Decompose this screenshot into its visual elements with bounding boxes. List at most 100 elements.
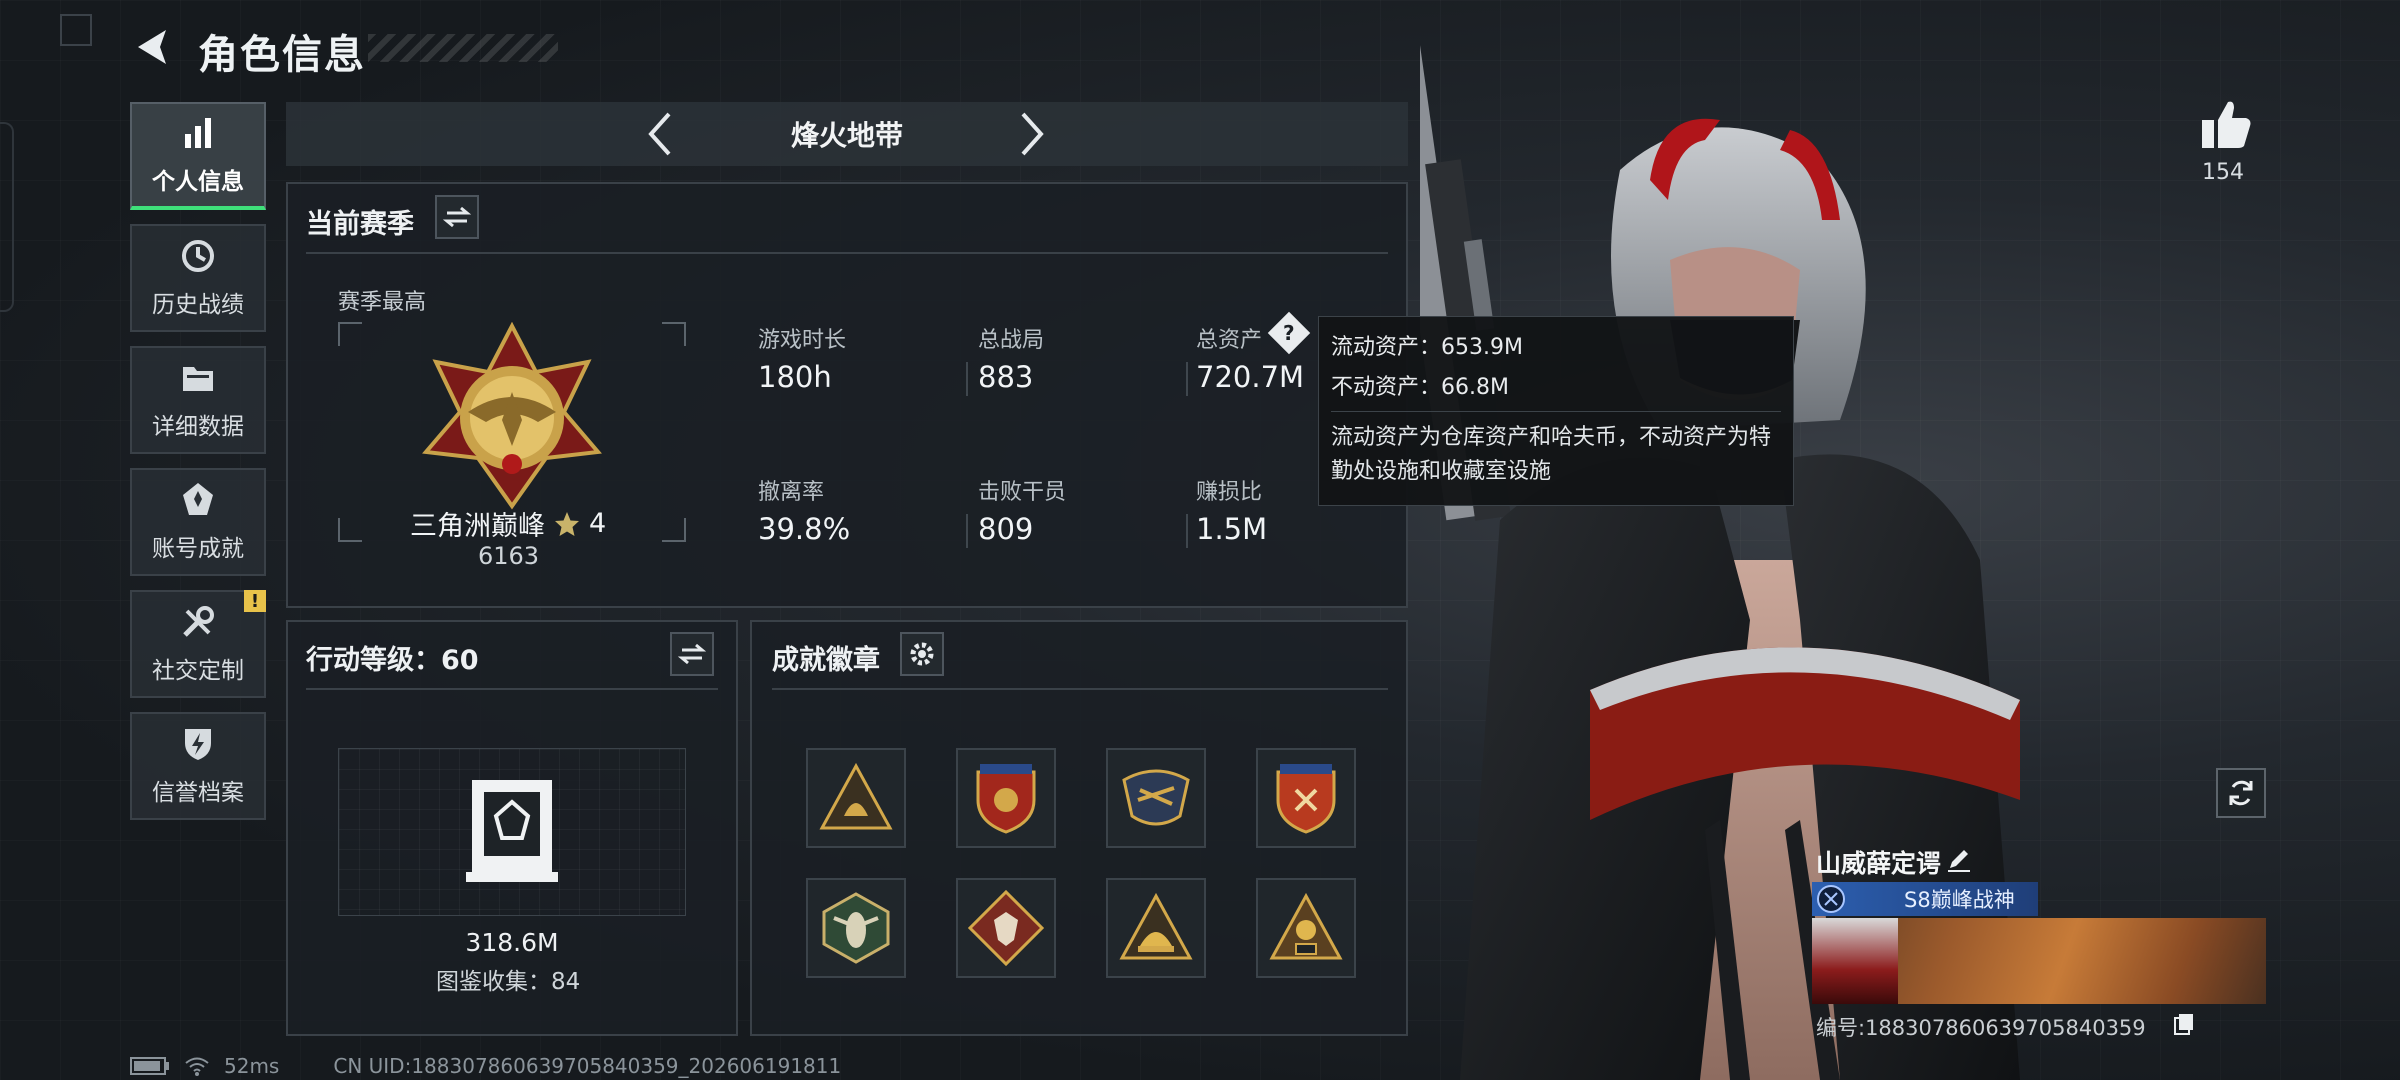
like-count: 154 — [2202, 160, 2244, 185]
collection-cabinet-icon — [466, 780, 558, 882]
achievements-title: 成就徽章 — [772, 645, 880, 676]
edit-pencil-icon[interactable] — [1944, 844, 1974, 874]
achievement-badge[interactable] — [956, 748, 1056, 848]
season-switch-button[interactable] — [435, 195, 479, 239]
stat-label: 赚损比 — [1196, 480, 1263, 505]
divider — [772, 688, 1388, 690]
title-badge: S8巅峰战神 — [1812, 882, 2038, 916]
tooltip-liquid-assets: 流动资产：653.9M — [1331, 335, 1523, 360]
crest-badge-icon — [1122, 769, 1190, 826]
title-badge-label: S8巅峰战神 — [1904, 888, 2015, 912]
stat-label: 总资产 — [1196, 328, 1263, 353]
rank-stars: 4 — [589, 508, 607, 539]
sidebar-item-label: 历史战绩 — [152, 292, 244, 318]
divider — [306, 252, 1388, 254]
achievement-badge[interactable] — [1106, 878, 1206, 978]
stat-value: 39.8% — [758, 512, 851, 546]
achievement-badge[interactable] — [1106, 748, 1206, 848]
achievement-badge[interactable] — [1256, 878, 1356, 978]
achievement-badge[interactable] — [1256, 748, 1356, 848]
rank-emblem-icon — [422, 322, 602, 510]
ping-value: 52ms — [224, 1054, 280, 1078]
thumbs-up-icon[interactable] — [2198, 96, 2254, 152]
divider — [1186, 362, 1188, 396]
stat-label: 撤离率 — [758, 480, 825, 505]
divider — [1186, 514, 1188, 548]
season-title: 当前赛季 — [306, 209, 414, 240]
level-switch-button[interactable] — [670, 632, 714, 676]
sidebar-item-label: 详细数据 — [152, 414, 244, 440]
achievements-settings-button[interactable] — [900, 632, 944, 676]
status-bar: 52ms CN UID:1883078606397058403​59_20260… — [130, 1054, 841, 1078]
gear-icon — [910, 642, 934, 666]
next-mode-button[interactable] — [1008, 110, 1056, 158]
divider — [966, 362, 968, 396]
sidebar-item-achievements[interactable]: 账号成就 — [130, 468, 266, 576]
stat-value: 720.7M — [1196, 360, 1305, 394]
prev-mode-button[interactable] — [636, 110, 684, 158]
warning-badge: ! — [244, 590, 266, 612]
chevron-left-icon — [648, 112, 671, 156]
achievement-badge[interactable] — [806, 878, 906, 978]
refresh-button[interactable] — [2216, 768, 2266, 818]
tools-icon — [183, 606, 214, 637]
player-uid: 编号:18830786063970584035​9 — [1816, 1016, 2146, 1040]
divider — [966, 514, 968, 548]
mode-selector: 烽火地带 — [286, 102, 1408, 166]
rank-name: 三角洲巅峰 — [410, 511, 545, 542]
title-emblem-icon — [1817, 885, 1845, 913]
season-best-label: 赛季最高 — [338, 290, 427, 315]
stat-value: 883 — [978, 360, 1034, 394]
edge-handle[interactable] — [0, 122, 14, 312]
star-icon — [555, 511, 579, 536]
back-arrow-icon[interactable] — [130, 24, 176, 70]
tooltip-fixed-assets: 不动资产：66.8M — [1331, 375, 1509, 400]
medal-icon — [183, 483, 213, 515]
rank-name-row: 三角洲巅峰 4 — [410, 504, 606, 543]
tooltip-description: 流动资产为仓库资产和哈夫币，不动资产为特勤处设施和收藏室设施 — [1331, 425, 1772, 484]
sidebar-item-personal-info[interactable]: 个人信息 — [130, 102, 266, 210]
asset-tooltip: 流动资产：653.9M 不动资产：66.8M 流动资产为仓库资产和哈夫币，不动资… — [1318, 316, 1794, 506]
divider — [306, 688, 718, 690]
level-title: 行动等级：60 — [306, 645, 479, 676]
sidebar-item-history[interactable]: 历史战绩 — [130, 224, 266, 332]
stat-label: 总战局 — [978, 328, 1045, 353]
title-decoration — [368, 34, 558, 62]
shield-stars-red-badge-icon — [1276, 764, 1336, 834]
diamond-wolf-badge-icon — [968, 890, 1044, 966]
stat-value: 809 — [978, 512, 1034, 546]
sidebar-item-label: 个人信息 — [152, 169, 244, 195]
profile-banner — [1812, 918, 2266, 1004]
shield-bolt-icon — [185, 729, 211, 760]
player-name: 山威薛定谔 — [1816, 849, 1942, 878]
refresh-icon — [2229, 780, 2253, 806]
achievement-badge[interactable] — [956, 878, 1056, 978]
stat-label: 游戏时长 — [758, 328, 847, 353]
achievement-badge[interactable] — [806, 748, 906, 848]
sidebar-item-label: 信誉档案 — [152, 780, 244, 806]
avatar — [1812, 918, 1898, 1004]
stat-value: 1.5M — [1196, 512, 1268, 546]
sidebar-item-reputation[interactable]: 信誉档案 — [130, 712, 266, 820]
mode-title: 烽火地带 — [790, 119, 903, 152]
battery-icon — [130, 1057, 169, 1075]
page-title: 角色信息 — [198, 32, 366, 78]
copy-icon[interactable] — [2172, 1012, 2196, 1036]
sidebar-item-social-custom[interactable]: 社交定制 ! — [130, 590, 266, 698]
shield-stars-badge-icon — [976, 764, 1036, 834]
swap-icon — [678, 643, 706, 665]
wifi-icon — [185, 1057, 209, 1076]
stat-value: 180h — [758, 360, 832, 394]
triangle-helmet-2-badge-icon — [1119, 892, 1193, 960]
hex-hornet-badge-icon — [822, 892, 890, 964]
folder-icon — [183, 367, 213, 391]
sidebar-item-detailed-data[interactable]: 详细数据 — [130, 346, 266, 454]
corner-frame — [60, 14, 92, 46]
divider — [1331, 411, 1781, 412]
collection-value: 318.6M — [465, 928, 559, 957]
triangle-s6-badge-icon — [1269, 892, 1343, 960]
footer-uid: CN UID:1883078606397058403​59_2026061918… — [333, 1054, 842, 1078]
chevron-right-icon — [1021, 112, 1044, 156]
sidebar-item-label: 账号成就 — [152, 536, 244, 562]
triangle-helmet-badge-icon — [819, 762, 893, 830]
